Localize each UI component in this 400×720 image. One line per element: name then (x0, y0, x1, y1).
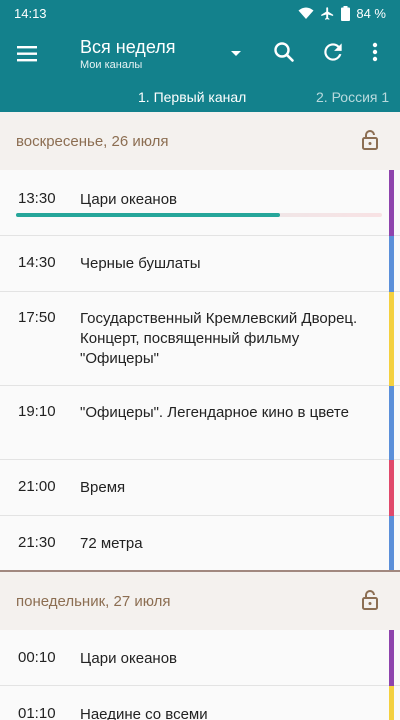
program-title: Черные бушлаты (80, 255, 201, 272)
program-genre-stripe (389, 630, 394, 686)
program-title: Государственный Кремлевский Дворец. Конц… (80, 310, 358, 367)
program-title: Время (80, 479, 126, 496)
program-row[interactable]: 01:10 Наедине со всеми (0, 686, 400, 720)
status-bar: 14:13 84 % (0, 0, 400, 26)
day-label: воскресенье, 26 июля (16, 133, 169, 150)
status-time: 14:13 (14, 5, 47, 21)
airplane-icon (321, 6, 334, 20)
program-genre-stripe (389, 516, 394, 572)
wifi-icon (298, 7, 314, 19)
more-options-button[interactable] (364, 39, 386, 65)
page-title: Вся неделя (80, 37, 176, 57)
program-row[interactable]: 19:10 "Офицеры". Легендарное кино в цвет… (0, 386, 400, 460)
program-time: 13:30 (18, 190, 56, 207)
program-row[interactable]: 13:30 Цари океанов (0, 170, 400, 236)
program-title: Цари океанов (80, 191, 178, 208)
program-title: Цари океанов (80, 650, 178, 667)
program-title: 72 метра (80, 535, 143, 552)
program-genre-stripe (389, 170, 394, 236)
tab-channel-1[interactable]: 1. Первый канал (138, 89, 246, 105)
program-row[interactable]: 17:50 Государственный Кремлевский Дворец… (0, 292, 400, 386)
program-title: Наедине со всеми (80, 706, 208, 720)
program-genre-stripe (389, 460, 394, 516)
program-time: 21:00 (18, 478, 56, 495)
battery-icon (341, 5, 351, 21)
tab-channel-2[interactable]: 2. Россия 1 (316, 89, 389, 105)
battery-percent: 84 % (356, 5, 386, 21)
search-button[interactable] (271, 39, 297, 65)
lock-icon (362, 590, 378, 610)
dropdown-button[interactable] (225, 42, 247, 64)
lock-button[interactable] (358, 128, 382, 152)
program-genre-stripe (389, 386, 394, 460)
app-bar: Вся неделя Мои каналы (0, 26, 400, 82)
program-row[interactable]: 00:10 Цари океанов (0, 630, 400, 686)
menu-button[interactable] (14, 40, 42, 68)
program-time: 19:10 (18, 403, 56, 420)
search-icon (274, 42, 294, 62)
program-row[interactable]: 21:30 72 метра (0, 516, 400, 572)
lock-icon (362, 130, 378, 150)
view-selector[interactable]: Вся неделя Мои каналы (80, 36, 175, 72)
program-genre-stripe (389, 292, 394, 386)
status-icons: 84 % (298, 5, 386, 21)
refresh-icon (324, 43, 342, 61)
refresh-button[interactable] (320, 39, 346, 65)
program-time: 17:50 (18, 309, 56, 326)
menu-icon (17, 46, 37, 62)
program-time: 21:30 (18, 534, 56, 551)
program-genre-stripe (389, 236, 394, 292)
program-time: 01:10 (18, 705, 56, 720)
lock-button[interactable] (358, 588, 382, 612)
program-time: 14:30 (18, 254, 56, 271)
day-label: понедельник, 27 июля (16, 593, 171, 610)
day-header: воскресенье, 26 июля (0, 112, 400, 170)
day-header: понедельник, 27 июля (0, 572, 400, 630)
program-progress-fill (16, 213, 280, 217)
dropdown-arrow-icon (231, 51, 241, 56)
channel-tabs: 1. Первый канал 2. Россия 1 (0, 82, 400, 112)
program-row[interactable]: 14:30 Черные бушлаты (0, 236, 400, 292)
page-subtitle: Мои каналы (80, 59, 143, 71)
program-title: "Офицеры". Легендарное кино в цвете (80, 404, 349, 421)
program-progress-bar (16, 213, 382, 217)
program-genre-stripe (389, 686, 394, 720)
schedule-list: воскресенье, 26 июля 13:30 Цари океанов … (0, 112, 400, 720)
program-time: 00:10 (18, 649, 56, 666)
more-vert-icon (372, 42, 378, 62)
program-row[interactable]: 21:00 Время (0, 460, 400, 516)
